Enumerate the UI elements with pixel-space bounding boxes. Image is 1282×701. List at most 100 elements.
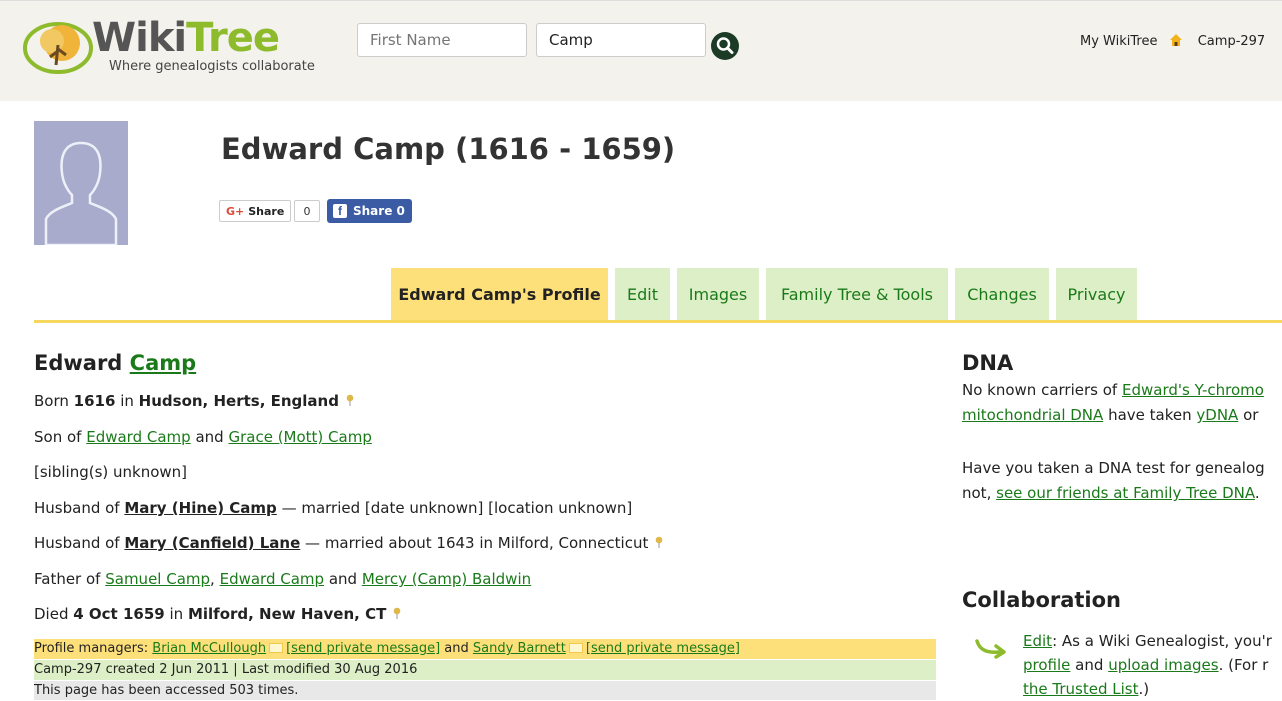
- spouse-line-1: Husband of Mary (Hine) Camp — married [d…: [34, 499, 632, 517]
- google-plus-count: 0: [294, 200, 320, 222]
- map-pin-icon[interactable]: [393, 607, 401, 619]
- dna-line-4-text: not,: [962, 484, 992, 502]
- collab-line-3-tail: .): [1138, 680, 1150, 698]
- created-info: Camp-297 created 2 Jun 2011 | Last modif…: [34, 660, 936, 680]
- wikitree-logo-icon[interactable]: [22, 21, 94, 75]
- child-3-link[interactable]: Mercy (Camp) Baldwin: [362, 570, 531, 588]
- family-tree-dna-link[interactable]: see our friends at Family Tree DNA: [996, 484, 1255, 502]
- child-2-link[interactable]: Edward Camp: [220, 570, 324, 588]
- avatar-silhouette-icon: [44, 141, 118, 247]
- facebook-share-button[interactable]: f Share 0: [327, 199, 412, 223]
- tab-family-tree-tools[interactable]: Family Tree & Tools: [766, 268, 948, 321]
- spouse-2-link[interactable]: Mary (Canfield) Lane: [124, 534, 300, 552]
- birth-line: Born 1616 in Hudson, Herts, England: [34, 392, 354, 410]
- dna-line-3: Have you taken a DNA test for genealog: [962, 459, 1265, 477]
- google-plus-share-label: Share: [248, 204, 285, 218]
- collab-line-3: the Trusted List.): [1023, 680, 1149, 698]
- home-icon[interactable]: [1168, 32, 1184, 48]
- siblings-line: [sibling(s) unknown]: [34, 463, 188, 481]
- collaboration-heading: Collaboration: [962, 588, 1122, 612]
- comma: ,: [210, 570, 215, 588]
- brand-wiki: Wiki: [92, 15, 187, 61]
- brand-name[interactable]: WikiTree: [92, 15, 280, 61]
- tab-images[interactable]: Images: [677, 268, 759, 321]
- tab-privacy[interactable]: Privacy: [1056, 268, 1137, 321]
- dna-line-2: mitochondrial DNA have taken yDNA or: [962, 406, 1258, 424]
- my-wikitree-link[interactable]: My WikiTree: [1080, 34, 1157, 49]
- born-label: Born: [34, 392, 69, 410]
- arrow-right-icon: [975, 639, 1006, 659]
- dna-line-1: No known carriers of Edward's Y-chromo: [962, 381, 1264, 399]
- y-chromosome-link[interactable]: Edward's Y-chromo: [1122, 381, 1264, 399]
- facebook-share-label: Share 0: [353, 204, 405, 218]
- private-message-1-link[interactable]: [send private message]: [286, 641, 440, 656]
- spouse-1-link[interactable]: Mary (Hine) Camp: [124, 499, 276, 517]
- dna-line-1-text: No known carriers of: [962, 381, 1118, 399]
- collab-line-2-tail: . (For r: [1218, 656, 1269, 674]
- tab-profile[interactable]: Edward Camp's Profile: [391, 268, 608, 321]
- tab-changes[interactable]: Changes: [955, 268, 1049, 321]
- dna-line-2-tail: or: [1243, 406, 1259, 424]
- tab-edit[interactable]: Edit: [615, 268, 670, 321]
- dna-line-2-text: have taken: [1108, 406, 1192, 424]
- dna-line-4: not, see our friends at Family Tree DNA.: [962, 484, 1260, 502]
- husband-of-label: Husband of: [34, 499, 120, 517]
- tab-underline: [34, 320, 1282, 323]
- map-pin-icon[interactable]: [346, 394, 354, 406]
- profile-managers-bar: Profile managers: Brian McCullough [send …: [34, 639, 936, 659]
- father-of-label: Father of: [34, 570, 101, 588]
- and-label: and: [444, 641, 469, 656]
- trusted-list-link[interactable]: the Trusted List: [1023, 680, 1138, 698]
- and-label: and: [1075, 656, 1104, 674]
- tagline: Where genealogists collaborate: [109, 59, 315, 74]
- born-in-label: in: [120, 392, 134, 410]
- map-pin-icon[interactable]: [655, 536, 663, 548]
- search-button[interactable]: [711, 32, 739, 60]
- mail-icon[interactable]: [269, 643, 284, 653]
- parents-line: Son of Edward Camp and Grace (Mott) Camp: [34, 428, 372, 446]
- collab-line-1-tail: : As a Wiki Genealogist, you'r: [1052, 632, 1272, 650]
- profile-link[interactable]: profile: [1023, 656, 1070, 674]
- private-message-2-link[interactable]: [send private message]: [586, 641, 740, 656]
- child-1-link[interactable]: Samuel Camp: [105, 570, 210, 588]
- facebook-icon: f: [333, 204, 347, 218]
- and-label: and: [328, 570, 358, 588]
- user-id-link[interactable]: Camp-297: [1198, 34, 1265, 49]
- spouse-1-detail: — married [date unknown] [location unkno…: [281, 499, 633, 517]
- collab-edit-link[interactable]: Edit: [1023, 632, 1052, 650]
- manager-1-link[interactable]: Brian McCullough: [152, 641, 266, 656]
- died-label: Died: [34, 605, 69, 623]
- son-of-label: Son of: [34, 428, 82, 446]
- spouse-2-detail: — married about 1643 in Milford, Connect…: [305, 534, 649, 552]
- dna-heading: DNA: [962, 351, 1014, 375]
- mitochondrial-dna-link[interactable]: mitochondrial DNA: [962, 406, 1103, 424]
- first-name: Edward: [34, 351, 123, 375]
- last-name-input[interactable]: [536, 23, 706, 57]
- top-bar: WikiTree Where genealogists collaborate …: [0, 0, 1282, 101]
- google-plus-icon: G+: [226, 204, 245, 218]
- death-date: 4 Oct 1659: [73, 605, 165, 623]
- death-place: Milford, New Haven, CT: [187, 605, 387, 623]
- birth-place: Hudson, Herts, England: [138, 392, 339, 410]
- google-plus-share-button[interactable]: G+ Share: [219, 200, 292, 222]
- page-title: Edward Camp (1616 - 1659): [221, 132, 676, 166]
- surname-link[interactable]: Camp: [130, 351, 197, 375]
- person-name: Edward Camp: [34, 351, 196, 375]
- father-link[interactable]: Edward Camp: [86, 428, 190, 446]
- search-icon: [716, 37, 734, 54]
- ydna-link[interactable]: yDNA: [1196, 406, 1238, 424]
- profile-photo[interactable]: [34, 121, 128, 247]
- access-count: This page has been accessed 503 times.: [34, 681, 936, 700]
- collab-line-2: profile and upload images. (For r: [1023, 656, 1268, 674]
- mail-icon[interactable]: [568, 643, 583, 653]
- mother-link[interactable]: Grace (Mott) Camp: [228, 428, 371, 446]
- death-line: Died 4 Oct 1659 in Milford, New Haven, C…: [34, 605, 401, 623]
- first-name-input[interactable]: [357, 23, 527, 57]
- collab-line-1: Edit: As a Wiki Genealogist, you'r: [1023, 632, 1272, 650]
- birth-year: 1616: [73, 392, 116, 410]
- upload-images-link[interactable]: upload images: [1108, 656, 1218, 674]
- managers-label: Profile managers:: [34, 641, 149, 656]
- and-label: and: [195, 428, 224, 446]
- manager-2-link[interactable]: Sandy Barnett: [473, 641, 566, 656]
- period: .: [1254, 484, 1260, 502]
